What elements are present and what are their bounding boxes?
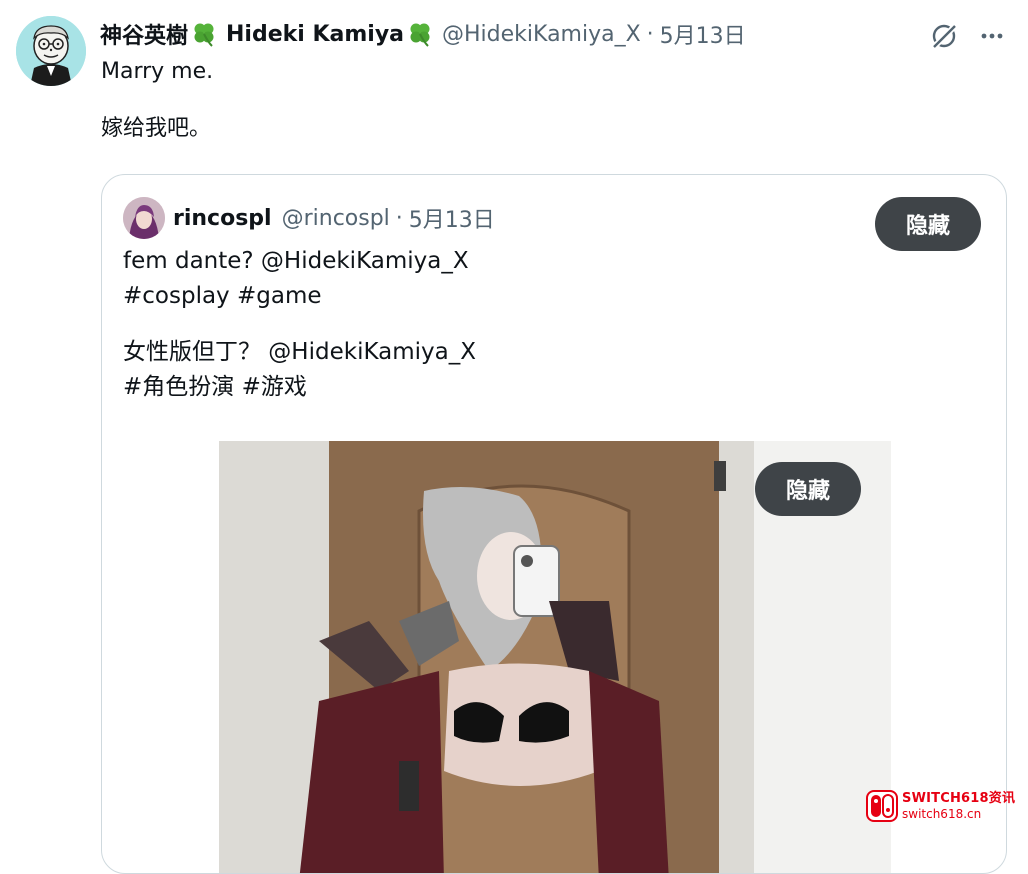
quote-author-avatar[interactable]: [123, 197, 165, 239]
quote-author-name[interactable]: rincospl: [173, 206, 272, 231]
quote-author-handle[interactable]: @rincospl: [282, 206, 390, 231]
author-display-name-latin[interactable]: Hideki Kamiya: [226, 22, 404, 47]
quote-header: rincospl @rincospl · 5月13日: [173, 199, 495, 237]
tweet-text-line: Marry me.: [101, 59, 214, 84]
tweet-header: 神谷英樹 Hideki Kamiya @HidekiKamiya_X · 5月1…: [100, 16, 746, 52]
grok-icon: [930, 22, 959, 51]
watermark-brand: SWITCH618资讯: [902, 791, 1016, 806]
cartoon-avatar-icon: [16, 16, 86, 86]
switch-logo-icon: [866, 790, 898, 822]
watermark: SWITCH618资讯 switch618.cn: [866, 786, 1018, 826]
four-leaf-clover-icon: [406, 20, 434, 48]
grok-button[interactable]: [926, 18, 962, 54]
quote-text-line: #角色扮演 #游戏: [123, 374, 307, 400]
hide-media-button[interactable]: 隐藏: [755, 462, 861, 516]
tweet-text-line: 嫁给我吧。: [101, 116, 212, 141]
watermark-url: switch618.cn: [902, 807, 982, 821]
author-handle[interactable]: @HidekiKamiya_X: [442, 22, 641, 47]
quote-media-photo[interactable]: 隐藏: [219, 441, 891, 873]
quote-text-line: #cosplay #game: [123, 283, 322, 309]
more-dots-icon: [981, 33, 1003, 39]
quoted-tweet-card[interactable]: rincospl @rincospl · 5月13日 隐藏 fem dante?…: [101, 174, 1007, 874]
more-options-button[interactable]: [974, 18, 1010, 54]
hide-quote-button[interactable]: 隐藏: [875, 197, 981, 251]
header-separator: ·: [646, 21, 654, 47]
author-display-name[interactable]: 神谷英樹: [100, 18, 188, 50]
quote-date[interactable]: 5月13日: [409, 202, 495, 234]
four-leaf-clover-icon: [190, 20, 218, 48]
author-avatar[interactable]: [16, 16, 86, 86]
quote-header-separator: ·: [395, 205, 403, 231]
tweet-date[interactable]: 5月13日: [660, 18, 746, 50]
quote-text-line: 女性版但丁？ @HidekiKamiya_X: [123, 339, 476, 365]
profile-photo-icon: [123, 197, 165, 239]
quote-text-line: fem dante? @HidekiKamiya_X: [123, 248, 469, 274]
